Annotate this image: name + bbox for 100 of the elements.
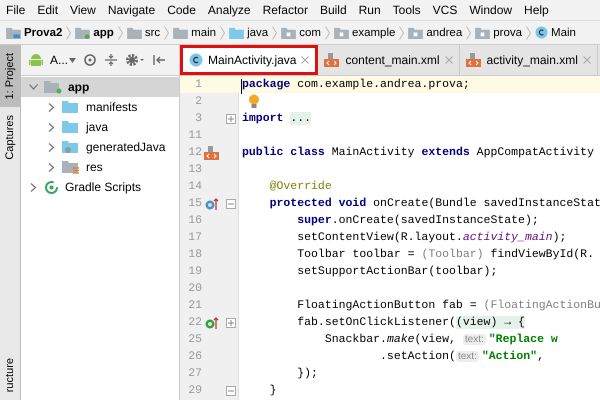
collapse-icon[interactable] (104, 53, 118, 67)
locate-icon[interactable] (83, 53, 98, 67)
menu-item[interactable]: View (70, 3, 96, 17)
code-text: .onCreate(savedInstanceState); (332, 214, 539, 227)
code-keyword: protected void (268, 197, 366, 210)
code-string: "Replace w (488, 333, 558, 346)
breadcrumb-item[interactable]: main (173, 26, 216, 38)
project-folder-icon (6, 26, 21, 38)
chevron-right-icon (164, 26, 170, 40)
code-text: fab.setOnClickListener( (296, 316, 456, 329)
chevron-right-icon (47, 142, 56, 152)
code-field: activity_main (462, 231, 553, 244)
code-text: , (537, 350, 544, 363)
breadcrumb-item[interactable]: src (126, 26, 160, 38)
code-text: AppCompatActivity (476, 146, 594, 159)
chevron-right-icon (29, 182, 38, 192)
class-icon (189, 53, 203, 67)
breadcrumb-item[interactable]: Prova2 (6, 26, 62, 38)
breadcrumb-item[interactable]: app (75, 26, 114, 38)
generated-folder-icon (62, 140, 80, 154)
package-icon (334, 26, 349, 38)
folded-code[interactable]: ... (290, 112, 312, 125)
breadcrumb-item[interactable]: example (334, 26, 396, 38)
menu-item[interactable]: Run (358, 3, 381, 17)
breadcrumb-item[interactable]: com (281, 26, 321, 38)
editor-tab[interactable]: content_main.xml (318, 45, 460, 75)
code-text: ); (552, 231, 566, 244)
menu-item[interactable]: Window (469, 3, 512, 17)
implement-marker-icon[interactable] (205, 316, 219, 330)
code-text: }); (296, 367, 318, 380)
close-icon[interactable] (582, 56, 591, 64)
menu-item[interactable]: File (6, 3, 26, 17)
code-text: onCreate(Bundle savedInstanceStat (372, 197, 600, 210)
line-number: 11 (187, 128, 202, 144)
line-number: 26 (187, 349, 202, 365)
code-keyword: super (296, 214, 332, 227)
xml-file-icon[interactable] (204, 146, 220, 160)
code-cast: (Toolbar) (421, 248, 484, 261)
folder-icon (62, 100, 80, 114)
hide-panel-icon[interactable] (152, 53, 166, 67)
code-annotation: @Override (268, 180, 332, 193)
close-icon[interactable] (444, 56, 453, 64)
menu-item[interactable]: Analyze (208, 3, 251, 17)
menu-item[interactable]: Navigate (108, 3, 156, 17)
module-folder-icon (44, 80, 62, 94)
menu-item[interactable]: Tools (392, 3, 421, 17)
tool-window-tab[interactable]: Captures (0, 107, 20, 168)
code-keyword: package (242, 78, 290, 91)
tree-item[interactable]: res (21, 157, 179, 177)
menu-item[interactable]: Edit (37, 3, 58, 17)
android-icon (29, 52, 43, 68)
chevron-right-icon (272, 26, 278, 40)
settings-icon[interactable] (125, 53, 146, 67)
line-number: 3 (194, 111, 202, 127)
chevron-right-icon (47, 122, 56, 132)
fold-collapse-icon[interactable] (226, 198, 236, 208)
line-number: 25 (187, 332, 202, 348)
source-folder-icon (229, 26, 244, 38)
tree-item[interactable]: manifests (21, 97, 179, 117)
close-icon[interactable] (301, 56, 310, 64)
menu-item[interactable]: VCS (432, 3, 458, 17)
breadcrumb-item[interactable]: andrea (408, 26, 462, 38)
override-marker-icon[interactable] (205, 196, 219, 210)
menu-item[interactable]: Refactor (262, 3, 308, 17)
chevron-right-icon (466, 26, 472, 40)
chevron-right-icon (47, 162, 56, 172)
parameter-hint: text: (462, 334, 486, 345)
breadcrumb-item[interactable]: prova (475, 26, 522, 38)
folded-code[interactable]: (view) → { (456, 316, 525, 329)
tool-window-tab[interactable]: ructure (0, 350, 20, 400)
line-number: 2 (194, 94, 202, 110)
tree-item[interactable]: generatedJava (21, 137, 179, 157)
menu-item[interactable]: Code (167, 3, 196, 17)
view-dropdown[interactable]: A... (50, 53, 76, 67)
tree-item[interactable]: Gradle Scripts (21, 177, 179, 197)
fold-collapse-icon[interactable] (226, 386, 236, 396)
text-caret (241, 79, 242, 94)
breadcrumb-item[interactable]: java (229, 26, 268, 38)
line-number: 17 (187, 230, 202, 246)
parameter-hint: text: (456, 351, 479, 362)
menu-item[interactable]: Help (524, 3, 549, 17)
chevron-down-icon (29, 84, 38, 90)
breadcrumb-item[interactable]: Main (535, 26, 576, 39)
menu-item[interactable]: Build (320, 3, 347, 17)
line-number: 1 (194, 77, 202, 93)
fold-expand-icon[interactable] (226, 318, 236, 328)
code-text: FloatingActionButton fab = (296, 299, 478, 312)
line-number: 21 (187, 298, 202, 314)
code-cast: (FloatingActionBu (484, 299, 600, 312)
editor-tab[interactable]: activity_main.xml (460, 45, 598, 75)
tree-item[interactable]: app (21, 77, 179, 97)
tree-item[interactable]: java (21, 117, 179, 137)
fold-expand-icon[interactable] (226, 114, 236, 124)
tool-window-tab[interactable]: 1: Project (0, 45, 20, 108)
line-number: 15 (187, 196, 202, 212)
editor-tab[interactable]: MainActivity.java (180, 45, 318, 75)
code-keyword: public class (242, 146, 325, 159)
code-keyword: extends (421, 146, 470, 159)
lightbulb-icon[interactable] (248, 94, 260, 109)
caret-icon (69, 58, 76, 62)
